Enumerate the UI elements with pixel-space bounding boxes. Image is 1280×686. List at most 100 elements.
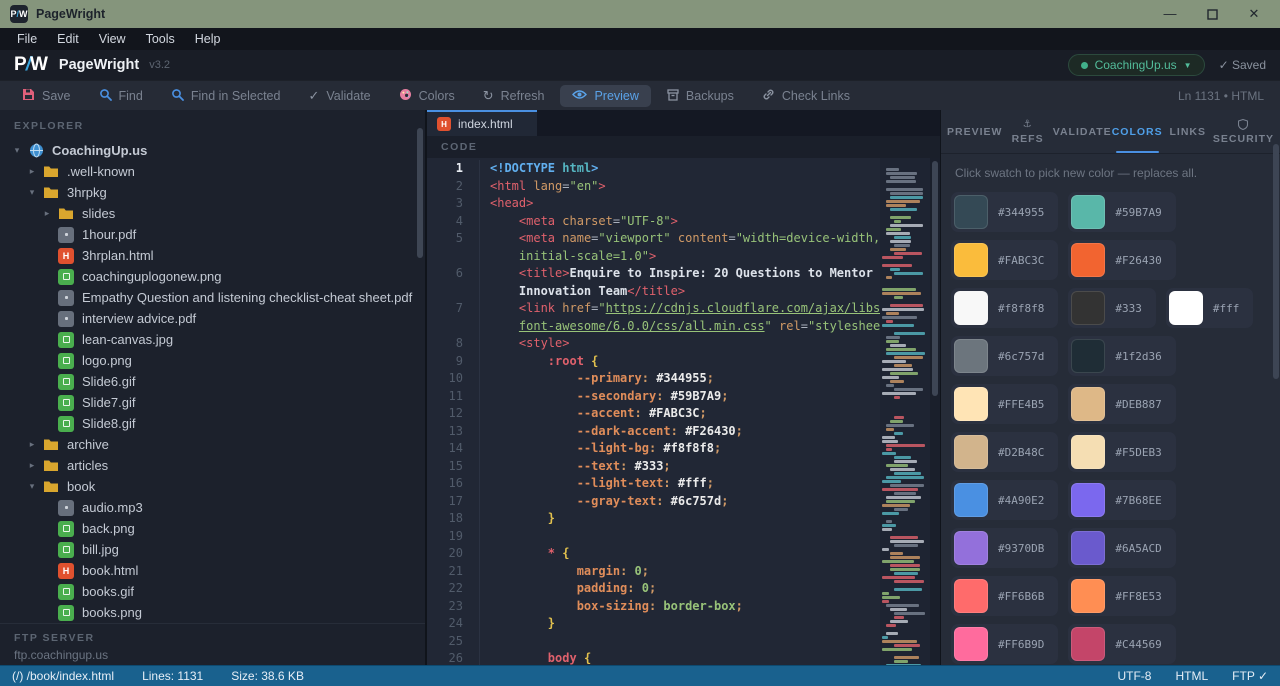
color-swatches: #344955#59B7A9#FABC3C#F26430#f8f8f8#333#… [941, 184, 1280, 665]
explorer-scrollbar[interactable] [417, 128, 423, 258]
tree-item[interactable]: ▸articles [0, 455, 425, 476]
chevron-right-icon[interactable]: ▸ [25, 166, 39, 177]
tree-item-label: back.png [82, 521, 135, 536]
preview-button[interactable]: Preview [560, 85, 650, 107]
color-swatch[interactable]: #F5DEB3 [1068, 432, 1175, 472]
color-swatch[interactable]: #1f2d36 [1068, 336, 1175, 376]
tree-item[interactable]: coachinguplogonew.png [0, 266, 425, 287]
tree-item[interactable]: books.png [0, 602, 425, 623]
panel-tab-security[interactable]: SECURITY [1213, 110, 1274, 153]
panel-tab-refs[interactable]: ⚓REFS [1002, 110, 1052, 153]
color-swatch[interactable]: #D2B48C [951, 432, 1058, 472]
swatch-hex-label: #C44569 [1115, 638, 1161, 651]
tree-item[interactable]: Slide6.gif [0, 371, 425, 392]
color-swatch[interactable]: #6A5ACD [1068, 528, 1175, 568]
code-line: 6 <title>Enquire to Inspire: 20 Question… [427, 265, 880, 283]
tree-item[interactable]: ▾book [0, 476, 425, 497]
code-editor[interactable]: 1<!DOCTYPE html>2<html lang="en">3<head>… [427, 158, 880, 665]
panel-tab-validate[interactable]: VALIDATE [1053, 110, 1112, 153]
ftp-indicator[interactable]: FTP ✓ [1232, 669, 1268, 683]
menu-tools[interactable]: Tools [137, 30, 184, 48]
site-selector[interactable]: CoachingUp.us ▼ [1068, 54, 1205, 76]
color-swatch[interactable]: #59B7A9 [1068, 192, 1175, 232]
search-icon [99, 88, 112, 103]
tree-item[interactable]: interview advice.pdf [0, 308, 425, 329]
color-swatch[interactable]: #FF8E53 [1068, 576, 1175, 616]
tree-item[interactable]: lean-canvas.jpg [0, 329, 425, 350]
color-swatch[interactable]: #344955 [951, 192, 1058, 232]
color-swatch[interactable]: #f8f8f8 [951, 288, 1058, 328]
tree-item-label: .well-known [67, 164, 135, 179]
panel-tab-colors[interactable]: COLORS [1112, 110, 1163, 153]
tree-item[interactable]: back.png [0, 518, 425, 539]
tree-item[interactable]: Hbook.html [0, 560, 425, 581]
tree-item[interactable]: ▸archive [0, 434, 425, 455]
color-swatch[interactable]: #9370DB [951, 528, 1058, 568]
minimap[interactable] [880, 158, 930, 665]
chevron-right-icon[interactable]: ▸ [25, 439, 39, 450]
colors-button[interactable]: Colors [387, 84, 467, 107]
color-swatch[interactable]: #FF6B9D [951, 624, 1058, 664]
validate-button[interactable]: ✓Validate [296, 85, 382, 107]
ftp-host[interactable]: ftp.coachingup.us [14, 648, 425, 662]
titlebar: P/W PageWright — ✕ [0, 0, 1280, 28]
folder-icon [58, 207, 74, 220]
file-icon [58, 227, 74, 243]
tree-item[interactable]: ▾CoachingUp.us [0, 140, 425, 161]
tree-item[interactable]: bill.jpg [0, 539, 425, 560]
tree-item[interactable]: books.gif [0, 581, 425, 602]
chevron-right-icon[interactable]: ▸ [40, 208, 54, 219]
tree-item[interactable]: ▾3hrpkg [0, 182, 425, 203]
panel-tab-preview[interactable]: PREVIEW [947, 110, 1002, 153]
menu-help[interactable]: Help [186, 30, 230, 48]
check-links-button[interactable]: Check Links [750, 84, 862, 107]
minimize-icon[interactable]: — [1162, 6, 1178, 22]
tree-item[interactable]: ▸slides [0, 203, 425, 224]
encoding-indicator[interactable]: UTF-8 [1117, 669, 1151, 683]
image-file-icon [58, 542, 74, 558]
chevron-right-icon[interactable]: ▸ [25, 460, 39, 471]
color-swatch[interactable]: #FF6B6B [951, 576, 1058, 616]
color-swatch[interactable]: #DEB887 [1068, 384, 1175, 424]
code-line: initial-scale=1.0"> [427, 248, 880, 266]
panel-tab-links[interactable]: LINKS [1163, 110, 1213, 153]
tree-item[interactable]: Slide7.gif [0, 392, 425, 413]
color-swatch[interactable]: #FFE4B5 [951, 384, 1058, 424]
find-button[interactable]: Find [87, 84, 155, 107]
chevron-down-icon[interactable]: ▾ [25, 481, 39, 492]
language-indicator[interactable]: HTML [1175, 669, 1208, 683]
color-swatch[interactable]: #7B68EE [1068, 480, 1175, 520]
color-swatch[interactable]: #FABC3C [951, 240, 1058, 280]
find-in-selected-button[interactable]: Find in Selected [159, 84, 293, 107]
tab-index-html[interactable]: H index.html [427, 110, 537, 136]
code-line: 18 } [427, 510, 880, 528]
app-header: P/W PageWright v3.2 CoachingUp.us ▼ ✓ Sa… [0, 50, 1280, 80]
color-swatch[interactable]: #4A90E2 [951, 480, 1058, 520]
code-line: Innovation Team</title> [427, 283, 880, 301]
refresh-button[interactable]: ↻Refresh [471, 85, 557, 107]
save-button[interactable]: Save [10, 84, 83, 107]
tree-item[interactable]: ▸ .well-known [0, 161, 425, 182]
menu-edit[interactable]: Edit [48, 30, 88, 48]
color-swatch[interactable]: #C44569 [1068, 624, 1175, 664]
panel-scrollbar[interactable] [1273, 144, 1279, 379]
color-swatch[interactable]: #6c757d [951, 336, 1058, 376]
maximize-icon[interactable] [1204, 9, 1220, 20]
code-pane-label: CODE [427, 136, 940, 158]
tree-item[interactable]: H3hrplan.html [0, 245, 425, 266]
tree-item[interactable]: Empathy Question and listening checklist… [0, 287, 425, 308]
tree-item[interactable]: Slide8.gif [0, 413, 425, 434]
menu-view[interactable]: View [90, 30, 135, 48]
color-swatch[interactable]: #333 [1068, 288, 1156, 328]
chevron-down-icon[interactable]: ▾ [25, 187, 39, 198]
chevron-down-icon[interactable]: ▾ [10, 145, 24, 156]
color-swatch[interactable]: #F26430 [1068, 240, 1175, 280]
backups-button[interactable]: Backups [655, 85, 746, 107]
tree-item[interactable]: audio.mp3 [0, 497, 425, 518]
close-icon[interactable]: ✕ [1246, 6, 1262, 22]
tree-item[interactable]: logo.png [0, 350, 425, 371]
color-swatch[interactable]: #fff [1166, 288, 1254, 328]
tree-item[interactable]: 1hour.pdf [0, 224, 425, 245]
code-scrollbar[interactable] [930, 158, 940, 665]
menu-file[interactable]: File [8, 30, 46, 48]
